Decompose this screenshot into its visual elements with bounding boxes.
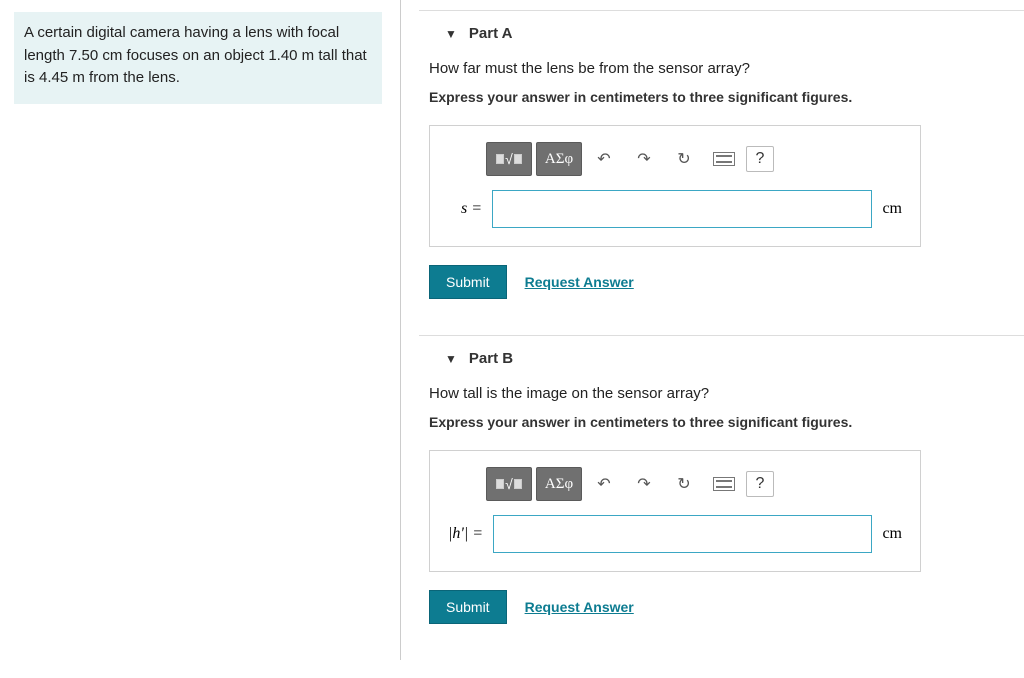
reset-button[interactable]: ↻ [666,143,702,175]
math-template-button[interactable]: √ [486,142,532,176]
reset-button[interactable]: ↻ [666,468,702,500]
part-a-question: How far must the lens be from the sensor… [429,60,1024,77]
toolbar: √ ΑΣφ ↶ ↷ ↻ ? [486,467,902,501]
answer-input[interactable] [493,515,872,553]
part-b-answer-box: √ ΑΣφ ↶ ↷ ↻ ? |h'| = cm [429,450,921,572]
unit-label: cm [882,200,902,218]
keyboard-icon [713,477,735,491]
math-template-button[interactable]: √ [486,467,532,501]
submit-button[interactable]: Submit [429,265,507,299]
submit-button[interactable]: Submit [429,590,507,624]
redo-button[interactable]: ↷ [626,143,662,175]
part-b-header[interactable]: ▼ Part B [445,350,1024,367]
greek-symbols-button[interactable]: ΑΣφ [536,142,582,176]
unit-label: cm [882,525,902,543]
part-b-title: Part B [469,350,513,367]
help-button[interactable]: ? [746,471,774,497]
keyboard-button[interactable] [706,468,742,500]
divider [400,0,401,660]
caret-down-icon: ▼ [445,352,457,366]
request-answer-link[interactable]: Request Answer [525,599,634,615]
undo-button[interactable]: ↶ [586,468,622,500]
redo-button[interactable]: ↷ [626,468,662,500]
variable-label: |h'| = [448,525,483,543]
variable-label: s = [448,200,482,218]
undo-button[interactable]: ↶ [586,143,622,175]
part-a-title: Part A [469,25,513,42]
part-a: ▼ Part A How far must the lens be from t… [419,10,1024,299]
greek-symbols-button[interactable]: ΑΣφ [536,467,582,501]
answer-input[interactable] [492,190,872,228]
part-b-question: How tall is the image on the sensor arra… [429,385,1024,402]
keyboard-button[interactable] [706,143,742,175]
part-a-instruction: Express your answer in centimeters to th… [429,89,1024,105]
part-a-header[interactable]: ▼ Part A [445,25,1024,42]
keyboard-icon [713,152,735,166]
part-a-answer-box: √ ΑΣφ ↶ ↷ ↻ ? s = cm [429,125,921,247]
request-answer-link[interactable]: Request Answer [525,274,634,290]
toolbar: √ ΑΣφ ↶ ↷ ↻ ? [486,142,902,176]
caret-down-icon: ▼ [445,27,457,41]
help-button[interactable]: ? [746,146,774,172]
part-b-instruction: Express your answer in centimeters to th… [429,414,1024,430]
problem-statement: A certain digital camera having a lens w… [14,12,382,104]
part-b: ▼ Part B How tall is the image on the se… [419,335,1024,624]
